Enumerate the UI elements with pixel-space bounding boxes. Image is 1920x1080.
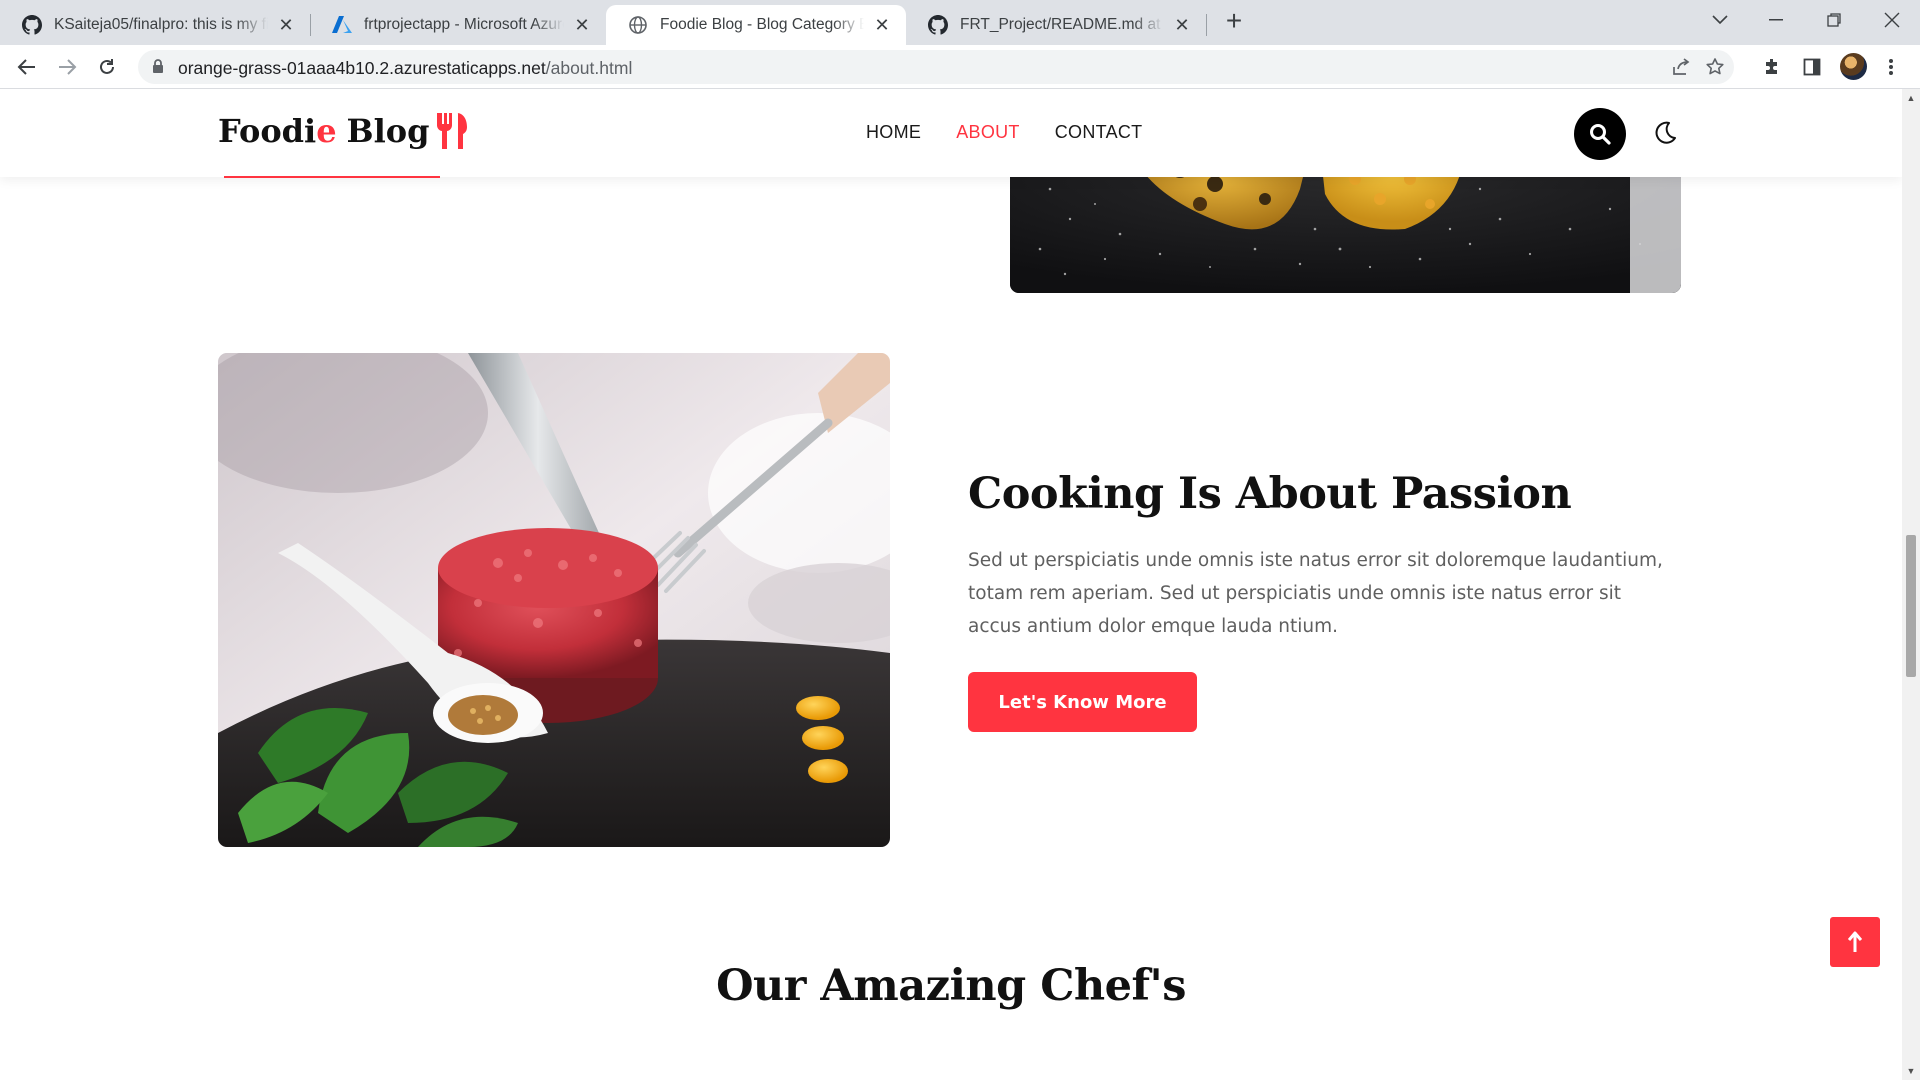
chevron-down-icon xyxy=(1712,15,1728,25)
page-viewport: Foodi e Blog HOME ABOUT CONTACT Cooking … xyxy=(0,89,1902,1080)
chefs-section-title: Our Amazing Chef's xyxy=(716,961,1186,1011)
scroll-up-arrow-icon[interactable]: ▲ xyxy=(1906,93,1916,103)
tab-title: FRT_Project/README.md at master xyxy=(960,16,1164,33)
site-header: Foodi e Blog HOME ABOUT CONTACT xyxy=(0,89,1902,177)
tab-title: Foodie Blog - Blog Category Bootstrap Te… xyxy=(660,16,864,33)
lets-know-more-button[interactable]: Let's Know More xyxy=(968,672,1197,732)
minimize-button[interactable] xyxy=(1748,0,1804,40)
star-icon[interactable] xyxy=(1704,56,1726,78)
browser-tab-azure[interactable]: frtprojectapp - Microsoft Azure ✕ xyxy=(310,5,606,45)
site-logo[interactable]: Foodi e Blog xyxy=(218,111,469,151)
share-icon[interactable] xyxy=(1670,56,1692,78)
about-title: Cooking Is About Passion xyxy=(968,469,1572,519)
extensions-icon[interactable] xyxy=(1761,56,1783,78)
close-window-button[interactable] xyxy=(1864,0,1920,40)
scroll-down-arrow-icon[interactable]: ▼ xyxy=(1906,1066,1916,1076)
page-scrollbar[interactable]: ▲ ▼ xyxy=(1902,89,1920,1080)
minimize-icon xyxy=(1769,19,1783,21)
restore-icon xyxy=(1827,13,1841,27)
tab-separator xyxy=(1206,14,1207,36)
nav-home[interactable]: HOME xyxy=(866,122,921,143)
dark-mode-toggle[interactable] xyxy=(1650,118,1680,148)
logo-text-blog: Blog xyxy=(346,112,430,150)
reload-icon xyxy=(100,59,114,74)
search-button[interactable] xyxy=(1574,108,1626,160)
back-button[interactable] xyxy=(12,52,42,82)
steak-tartare-image xyxy=(218,353,890,847)
browser-tab-github-readme[interactable]: FRT_Project/README.md at master ✕ xyxy=(906,5,1206,45)
profile-avatar[interactable] xyxy=(1840,53,1867,80)
tab-title: KSaiteja05/finalpro: this is my final pr… xyxy=(54,16,268,33)
browser-tab-github-finalpro[interactable]: KSaiteja05/finalpro: this is my final pr… xyxy=(0,5,310,45)
globe-icon xyxy=(628,15,648,35)
logo-text-foodi: Foodi xyxy=(218,112,317,150)
close-icon xyxy=(1884,12,1900,28)
menu-dots-icon[interactable] xyxy=(1880,56,1902,78)
close-icon[interactable]: ✕ xyxy=(572,15,592,35)
url-host: orange-grass-01aaa4b10.2.azurestaticapps… xyxy=(178,58,546,78)
about-description: Sed ut perspiciatis unde omnis iste natu… xyxy=(968,550,1663,637)
logo-underline xyxy=(224,176,440,178)
tab-search-button[interactable] xyxy=(1692,0,1748,40)
search-icon xyxy=(1590,124,1611,145)
fork-knife-icon xyxy=(433,111,469,151)
restore-button[interactable] xyxy=(1806,0,1862,40)
github-icon xyxy=(928,15,948,35)
close-icon[interactable]: ✕ xyxy=(276,15,296,35)
side-panel-icon[interactable] xyxy=(1801,56,1823,78)
logo-text-accent: e xyxy=(316,112,337,150)
scroll-to-top-button[interactable] xyxy=(1830,917,1880,967)
url-text: orange-grass-01aaa4b10.2.azurestaticapps… xyxy=(178,58,632,79)
nav-about[interactable]: ABOUT xyxy=(956,122,1020,143)
browser-tab-foodie-blog[interactable]: Foodie Blog - Blog Category Bootstrap Te… xyxy=(606,5,906,45)
arrow-up-icon xyxy=(1848,931,1862,952)
scrollbar-thumb[interactable] xyxy=(1906,535,1916,677)
lock-icon xyxy=(152,59,164,79)
forward-button[interactable] xyxy=(52,52,82,82)
main-nav: HOME ABOUT CONTACT xyxy=(866,122,1142,143)
github-icon xyxy=(22,15,42,35)
close-icon[interactable]: ✕ xyxy=(872,15,892,35)
azure-icon xyxy=(332,15,352,35)
arrow-right-icon xyxy=(59,59,77,75)
browser-tab-bar: KSaiteja05/finalpro: this is my final pr… xyxy=(0,0,1920,45)
new-tab-button[interactable]: + xyxy=(1220,5,1248,36)
moon-icon xyxy=(1655,121,1676,144)
tab-title: frtprojectapp - Microsoft Azure xyxy=(364,16,564,33)
address-bar[interactable]: orange-grass-01aaa4b10.2.azurestaticapps… xyxy=(138,50,1734,84)
nav-contact[interactable]: CONTACT xyxy=(1055,122,1143,143)
close-icon[interactable]: ✕ xyxy=(1172,15,1192,35)
arrow-left-icon xyxy=(17,59,35,75)
browser-toolbar: orange-grass-01aaa4b10.2.azurestaticapps… xyxy=(0,45,1920,89)
reload-button[interactable] xyxy=(92,52,122,82)
url-path: /about.html xyxy=(545,58,633,78)
